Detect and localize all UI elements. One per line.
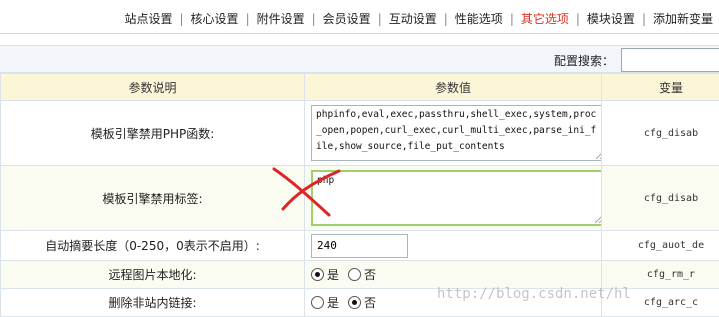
row-variable: cfg_disab: [601, 165, 719, 231]
nav-separator: |: [377, 12, 382, 26]
nav-separator: |: [575, 12, 580, 26]
textarea-content: phpinfo,eval,exec,passthru,shell_exec,sy…: [316, 109, 597, 152]
disabled-functions-textarea[interactable]: phpinfo,eval,exec,passthru,shell_exec,sy…: [311, 105, 601, 161]
row-variable: cfg_auot_de: [601, 230, 719, 261]
row-value-cell: phpinfo,eval,exec,passthru,shell_exec,sy…: [304, 100, 602, 166]
table-header: 参数说明 参数值 变量: [0, 73, 719, 101]
radio-yes-label: 是: [327, 268, 340, 282]
config-search-label: 配置搜索：: [554, 54, 615, 68]
header-value: 参数值: [304, 73, 602, 101]
row-value-cell: 是否: [304, 260, 602, 289]
row-description: 模板引擎禁用标签:: [0, 165, 305, 231]
nav-interaction-settings[interactable]: 互动设置: [389, 12, 437, 26]
nav-separator: |: [641, 12, 646, 26]
row-value-cell: [304, 230, 602, 261]
table-row: 自动摘要长度（0-250，0表示不启用）: cfg_auot_de: [0, 230, 719, 261]
row-variable: cfg_rm_r: [601, 260, 719, 289]
nav-core-settings[interactable]: 核心设置: [191, 12, 239, 26]
row-description: 远程图片本地化:: [0, 260, 305, 289]
table-row: 模板引擎禁用PHP函数: phpinfo,eval,exec,passthru,…: [0, 100, 719, 166]
resize-grip-icon[interactable]: [596, 151, 601, 159]
row-description: 删除非站内链接:: [0, 288, 305, 317]
radio-yes[interactable]: [311, 268, 324, 281]
header-variable: 变量: [601, 73, 719, 101]
row-variable: cfg_disab: [601, 100, 719, 166]
nav-separator: |: [443, 12, 448, 26]
radio-yes[interactable]: [311, 296, 324, 309]
disabled-tags-textarea[interactable]: php: [311, 170, 601, 226]
nav-separator: |: [245, 12, 250, 26]
top-navigation: 站点设置 | 核心设置 | 附件设置 | 会员设置 | 互动设置 | 性能选项 | 其它选项 | 模块设置 |…: [0, 0, 719, 34]
row-description: 自动摘要长度（0-250，0表示不启用）:: [0, 230, 305, 261]
radio-no-label: 否: [364, 268, 377, 282]
nav-separator: |: [311, 12, 316, 26]
summary-length-input[interactable]: [311, 233, 408, 258]
nav-performance-options[interactable]: 性能选项: [455, 12, 503, 26]
config-search-input[interactable]: [621, 48, 719, 72]
nav-attachment-settings[interactable]: 附件设置: [257, 12, 305, 26]
header-description: 参数说明: [0, 73, 305, 101]
cross-out-annotation-icon: [272, 167, 341, 217]
resize-grip-icon[interactable]: [595, 215, 601, 223]
row-variable: cfg_arc_c: [601, 288, 719, 317]
config-search-bar: 配置搜索：: [0, 45, 719, 73]
nav-separator: |: [509, 12, 514, 26]
radio-no[interactable]: [348, 268, 362, 281]
radio-no-label: 否: [364, 296, 377, 310]
nav-items: 站点设置 | 核心设置 | 附件设置 | 会员设置 | 互动设置 | 性能选项 | 其它选项 | 模块设置 |…: [124, 10, 713, 27]
nav-member-settings[interactable]: 会员设置: [323, 12, 371, 26]
settings-table: 参数说明 参数值 变量 模板引擎禁用PHP函数: phpinfo,eval,ex…: [0, 73, 719, 317]
nav-add-variable[interactable]: 添加新变量: [653, 12, 713, 26]
radio-yes-label: 是: [327, 296, 340, 310]
nav-site-settings[interactable]: 站点设置: [124, 12, 172, 26]
row-description: 模板引擎禁用PHP函数:: [0, 100, 305, 166]
row-value-cell: 是否: [304, 288, 602, 317]
nav-other-options[interactable]: 其它选项: [521, 12, 569, 26]
row-value-cell: php: [304, 165, 602, 231]
table-row: 远程图片本地化: 是否 cfg_rm_r: [0, 260, 719, 289]
nav-separator: |: [179, 12, 184, 26]
table-row: 模板引擎禁用标签: php cfg_disab: [0, 165, 719, 231]
table-row: 删除非站内链接: 是否 cfg_arc_c: [0, 288, 719, 317]
nav-module-settings[interactable]: 模块设置: [587, 12, 635, 26]
radio-no[interactable]: [348, 296, 362, 309]
